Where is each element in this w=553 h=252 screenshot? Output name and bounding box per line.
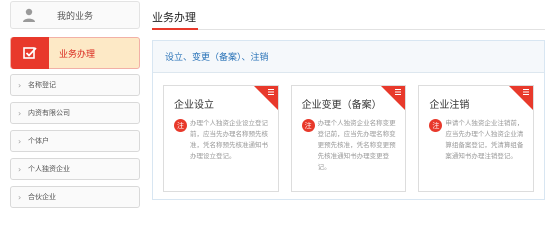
my-business-label: 我的业务 [57,11,94,22]
card-description: 申请个人独资企业注销前，应当先办理个人独资企业清算组备案登记，凭清算组备案通知书… [445,119,524,160]
card-description: 办理个人独资企业设立登记前，应当先办理名称预先核准，凭名称预先核准通知书办理设立… [190,119,268,160]
note-badge: 注 [301,119,315,132]
page-title: 业务办理 [152,11,196,24]
sidebar-item-label: 内资有限公司 [28,109,70,117]
sidebar-item-partnership[interactable]: › 合伙企业 [10,186,140,208]
title-underline [152,28,198,30]
menu-lines-icon [523,89,530,95]
card-title: 企业设立 [174,100,214,111]
menu-lines-icon [267,89,274,95]
sidebar-item-label: 合伙企业 [28,193,56,201]
card-change[interactable]: 企业变更（备案） 注 办理个人独资企业名称变更登记前，应当先办理名称变更预先核准… [290,85,407,192]
card-title: 企业变更（备案） [301,100,382,111]
business-panel: 设立、变更（备案）、注销 企业设立 注 办理个人独资企业设立登记前，应当先办理名… [152,40,545,200]
card-establishment[interactable]: 企业设立 注 办理个人独资企业设立登记前，应当先办理名称预先核准，凭名称预先核准… [163,85,279,192]
sidebar-item-label: 个体户 [28,137,49,145]
sidebar-item-individual-business[interactable]: › 个体户 [10,130,140,152]
note-badge: 注 [429,119,443,132]
card-list: 企业设立 注 办理个人独资企业设立登记前，应当先办理名称预先核准，凭名称预先核准… [153,73,544,192]
sidebar-item-domestic-ltd[interactable]: › 内资有限公司 [10,102,140,124]
sidebar-item-label: 名称登记 [28,81,56,89]
chevron-right-icon: › [18,164,22,174]
business-handling-item[interactable]: 业务办理 [10,37,140,69]
chevron-right-icon: › [18,108,22,118]
main-content: 业务办理 设立、变更（备案）、注销 企业设立 注 办理个人独资企业设立登记前，应… [152,0,545,200]
menu-lines-icon [395,89,402,95]
user-icon [11,2,47,28]
panel-header: 设立、变更（备案）、注销 [153,41,544,73]
sidebar-item-name-registration[interactable]: › 名称登记 [10,74,140,96]
edit-checkbox-icon [11,37,49,69]
chevron-right-icon: › [18,136,22,146]
card-deregistration[interactable]: 企业注销 注 申请个人独资企业注销前，应当先办理个人独资企业清算组备案登记，凭清… [418,85,535,192]
chevron-right-icon: › [18,192,22,202]
my-business-item[interactable]: 我的业务 [10,1,140,29]
sidebar-item-sole-proprietorship[interactable]: › 个人独资企业 [10,158,140,180]
note-badge: 注 [174,119,187,132]
business-handling-label: 业务办理 [59,49,96,60]
panel-title: 设立、变更（备案）、注销 [165,53,269,63]
nav-list: › 名称登记 › 内资有限公司 › 个体户 › 个人独资企业 › 合伙企业 [10,74,140,208]
sidebar-item-label: 个人独资企业 [28,165,70,173]
sidebar: 我的业务 业务办理 › 名称登记 › 内资有限公司 › 个体户 › 个人独资企业 [10,0,140,214]
chevron-right-icon: › [18,80,22,90]
card-title: 企业注销 [429,100,470,111]
page-header: 业务办理 [152,0,545,30]
card-description: 办理个人独资企业名称变更登记前，应当先办理名称变更预先核准，凭名称变更预先核准通… [317,119,396,171]
